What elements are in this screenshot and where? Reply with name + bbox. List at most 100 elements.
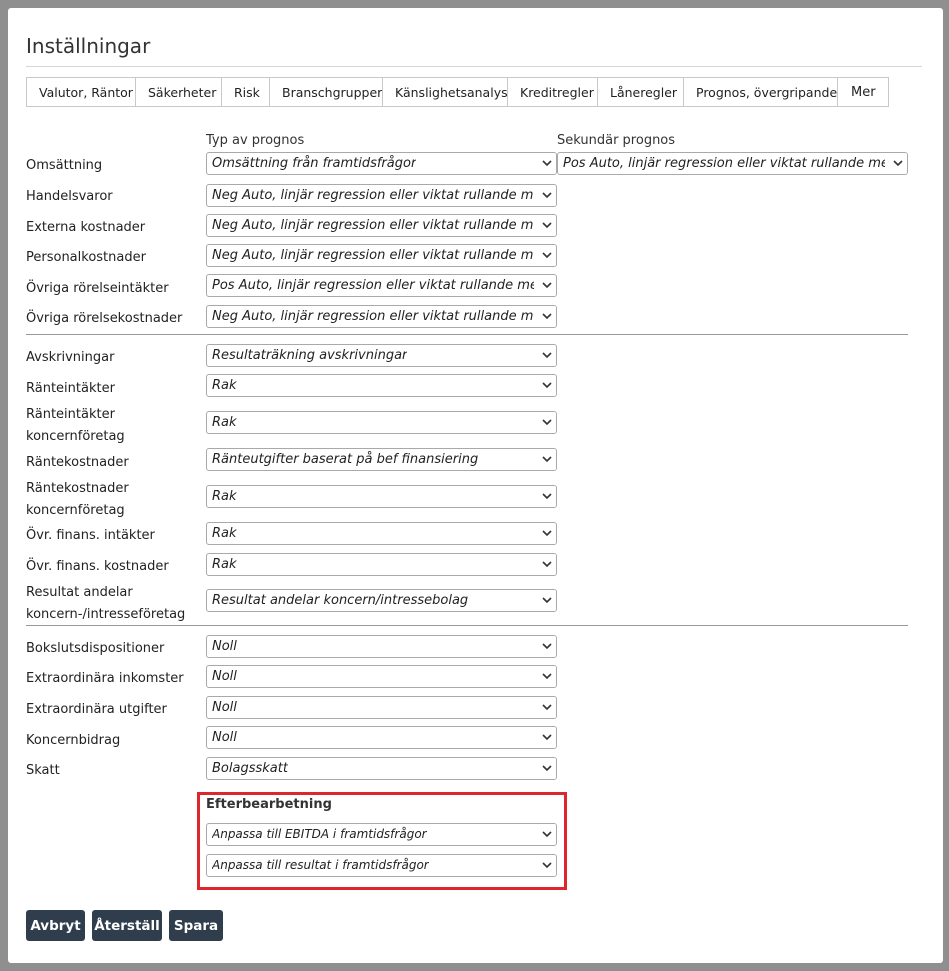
row-label-ovriga-rorelseintakter: Övriga rörelseintäkter <box>26 281 169 296</box>
select-ovr-finans-kostnader[interactable]: Rak <box>206 553 557 576</box>
reset-button[interactable]: Återställ <box>92 910 162 941</box>
tab-branschgrupper[interactable]: Branschgrupper <box>269 77 383 107</box>
chevron-down-icon <box>538 449 556 470</box>
row-label-bokslutsdispositioner: Bokslutsdispositioner <box>26 641 165 656</box>
select-handelsvaror[interactable]: Neg Auto, linjär regression eller viktat… <box>206 184 557 207</box>
select-value: Ränteutgifter baserat på bef finansierin… <box>212 452 479 467</box>
chevron-down-icon <box>538 306 556 327</box>
tab-bar: Valutor, Räntor Säkerheter Risk Branschg… <box>26 77 889 109</box>
chevron-down-icon <box>538 345 556 366</box>
chevron-down-icon <box>538 375 556 396</box>
section-divider <box>26 625 908 626</box>
chevron-down-icon <box>538 153 556 174</box>
select-value: Resultat andelar koncern/intressebolag <box>212 593 469 608</box>
tab-laneregler[interactable]: Låneregler <box>597 77 684 107</box>
select-value: Neg Auto, linjär regression eller viktat… <box>212 218 534 233</box>
row-label-koncernbidrag: Koncernbidrag <box>26 733 121 748</box>
chevron-down-icon <box>538 412 556 433</box>
row-label-personalkostnader: Personalkostnader <box>26 250 146 265</box>
select-omsattning-secondary[interactable]: Pos Auto, linjär regression eller viktat… <box>557 152 908 175</box>
row-label-rantekostnader: Räntekostnader <box>26 455 129 470</box>
select-extraordinara-utgifter[interactable]: Noll <box>206 696 557 719</box>
row-label-handelsvaror: Handelsvaror <box>26 189 113 204</box>
chevron-down-icon <box>538 486 556 507</box>
chevron-down-icon <box>889 153 907 174</box>
select-ovr-finans-intakter[interactable]: Rak <box>206 522 557 545</box>
column-header-secondary: Sekundär prognos <box>557 133 676 148</box>
select-ranteintakter[interactable]: Rak <box>206 374 557 397</box>
select-ovriga-rorelseintakter[interactable]: Pos Auto, linjär regression eller viktat… <box>206 274 557 297</box>
row-label-ovr-finans-intakter: Övr. finans. intäkter <box>26 528 155 543</box>
dialog-title: Inställningar <box>26 34 151 58</box>
section-divider <box>26 334 908 335</box>
chevron-down-icon <box>538 215 556 236</box>
row-label-externa-kostnader: Externa kostnader <box>26 220 146 235</box>
select-rantekostnader-koncernforetag[interactable]: Rak <box>206 485 557 508</box>
chevron-down-icon <box>538 758 556 779</box>
chevron-down-icon <box>538 666 556 687</box>
row-label-ovriga-rorelsekostnader: Övriga rörelsekostnader <box>26 311 183 326</box>
select-value: Noll <box>212 730 237 745</box>
tab-kreditregler[interactable]: Kreditregler <box>507 77 598 107</box>
select-extraordinara-inkomster[interactable]: Noll <box>206 665 557 688</box>
row-label-avskrivningar: Avskrivningar <box>26 350 115 365</box>
column-header-primary: Typ av prognos <box>206 133 305 148</box>
select-value: Neg Auto, linjär regression eller viktat… <box>212 309 534 324</box>
select-value: Bolagsskatt <box>212 761 288 776</box>
tab-risk[interactable]: Risk <box>221 77 270 107</box>
select-omsattning[interactable]: Omsättning från framtidsfrågor <box>206 152 557 175</box>
select-value: Pos Auto, linjär regression eller viktat… <box>563 156 885 171</box>
select-adjust-ebitda[interactable]: Anpassa till EBITDA i framtidsfrågor <box>206 823 557 846</box>
chevron-down-icon <box>538 855 556 876</box>
select-koncernbidrag[interactable]: Noll <box>206 726 557 749</box>
select-value: Rak <box>212 378 237 393</box>
chevron-down-icon <box>538 590 556 611</box>
chevron-down-icon <box>538 275 556 296</box>
select-value: Pos Auto, linjär regression eller viktat… <box>212 278 534 293</box>
select-value: Rak <box>212 489 237 504</box>
select-adjust-result[interactable]: Anpassa till resultat i framtidsfrågor <box>206 854 557 877</box>
select-value: Anpassa till EBITDA i framtidsfrågor <box>212 827 427 841</box>
tab-prognos-overgripande[interactable]: Prognos, övergripande <box>683 77 838 107</box>
chevron-down-icon <box>538 554 556 575</box>
tab-mer[interactable]: Mer <box>837 77 889 107</box>
select-value: Noll <box>212 669 237 684</box>
chevron-down-icon <box>538 824 556 845</box>
select-ranteintakter-koncernforetag[interactable]: Rak <box>206 411 557 434</box>
tab-kanslighetsanalys[interactable]: Känslighetsanalys <box>382 77 508 107</box>
chevron-down-icon <box>538 245 556 266</box>
select-personalkostnader[interactable]: Neg Auto, linjär regression eller viktat… <box>206 244 557 267</box>
row-label-ovr-finans-kostnader: Övr. finans. kostnader <box>26 559 169 574</box>
row-label-ranteintakter: Ränteintäkter <box>26 381 115 396</box>
select-skatt[interactable]: Bolagsskatt <box>206 757 557 780</box>
select-value: Resultaträkning avskrivningar <box>212 348 408 363</box>
row-label-rantekostnader-koncernforetag: Räntekostnader koncernföretag <box>26 481 129 518</box>
chevron-down-icon <box>538 636 556 657</box>
chevron-down-icon <box>538 523 556 544</box>
row-label-extraordinara-inkomster: Extraordinära inkomster <box>26 671 184 686</box>
tab-sakerheter[interactable]: Säkerheter <box>135 77 222 107</box>
select-externa-kostnader[interactable]: Neg Auto, linjär regression eller viktat… <box>206 214 557 237</box>
select-value: Neg Auto, linjär regression eller viktat… <box>212 188 534 203</box>
chevron-down-icon <box>538 697 556 718</box>
select-value: Omsättning från framtidsfrågor <box>212 156 417 171</box>
select-ovriga-rorelsekostnader[interactable]: Neg Auto, linjär regression eller viktat… <box>206 305 557 328</box>
title-divider <box>26 66 922 67</box>
post-processing-heading: Efterbearbetning <box>206 797 332 812</box>
select-value: Anpassa till resultat i framtidsfrågor <box>212 858 429 872</box>
cancel-button[interactable]: Avbryt <box>26 910 85 941</box>
row-label-ranteintakter-koncernforetag: Ränteintäkter koncernföretag <box>26 407 125 444</box>
settings-dialog: Inställningar Valutor, Räntor Säkerheter… <box>8 8 943 963</box>
row-label-omsattning: Omsättning <box>26 158 103 173</box>
select-resultat-andelar[interactable]: Resultat andelar koncern/intressebolag <box>206 589 557 612</box>
save-button[interactable]: Spara <box>169 910 223 941</box>
select-rantekostnader[interactable]: Ränteutgifter baserat på bef finansierin… <box>206 448 557 471</box>
chevron-down-icon <box>538 185 556 206</box>
select-avskrivningar[interactable]: Resultaträkning avskrivningar <box>206 344 557 367</box>
select-value: Rak <box>212 415 237 430</box>
select-value: Rak <box>212 526 237 541</box>
select-bokslutsdispositioner[interactable]: Noll <box>206 635 557 658</box>
select-value: Neg Auto, linjär regression eller viktat… <box>212 248 534 263</box>
tab-valutor-rantor[interactable]: Valutor, Räntor <box>26 77 136 107</box>
row-label-skatt: Skatt <box>26 763 60 778</box>
